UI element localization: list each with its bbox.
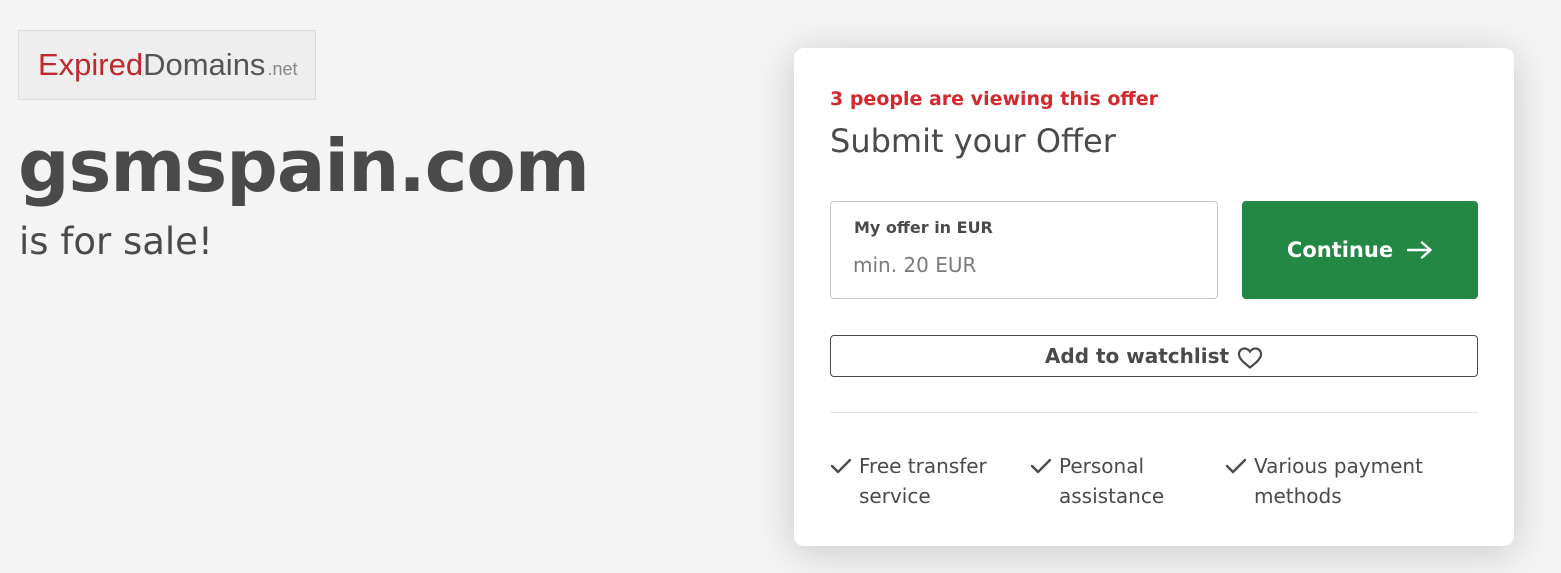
offer-amount-label: My offer in EUR — [854, 218, 993, 237]
offer-card: 3 people are viewing this offer Submit y… — [794, 48, 1514, 546]
feature-text: Various payment methods — [1254, 454, 1423, 508]
continue-button[interactable]: Continue — [1242, 201, 1478, 299]
continue-button-label: Continue — [1286, 238, 1394, 262]
check-icon — [1225, 458, 1247, 474]
heart-icon — [1237, 347, 1263, 369]
for-sale-subtitle: is for sale! — [19, 220, 213, 263]
watchlist-button-label: Add to watchlist — [1044, 344, 1230, 368]
logo-text-expired: Expired — [38, 47, 144, 82]
domain-name-heading: gsmspain.com — [18, 124, 590, 208]
card-divider — [830, 412, 1478, 413]
offer-amount-input[interactable] — [853, 250, 1183, 280]
viewers-alert: 3 people are viewing this offer — [830, 88, 1159, 110]
add-to-watchlist-button[interactable]: Add to watchlist — [830, 335, 1478, 377]
logo-text-net: .net — [267, 58, 298, 79]
arrow-right-icon — [1407, 241, 1432, 259]
feature-free-transfer: Free transfer service — [830, 451, 987, 511]
check-icon — [1030, 458, 1052, 474]
offer-amount-field[interactable]: My offer in EUR — [830, 201, 1218, 299]
feature-text: Free transfer service — [859, 454, 987, 508]
offer-card-title: Submit your Offer — [830, 122, 1116, 160]
feature-personal-assistance: Personal assistance — [1030, 451, 1164, 511]
logo-text-domains: Domains — [143, 47, 266, 82]
feature-text: Personal assistance — [1059, 454, 1165, 508]
feature-payment-methods: Various payment methods — [1225, 451, 1423, 511]
check-icon — [830, 458, 852, 474]
site-logo[interactable]: Expired Domains .net — [18, 30, 316, 100]
